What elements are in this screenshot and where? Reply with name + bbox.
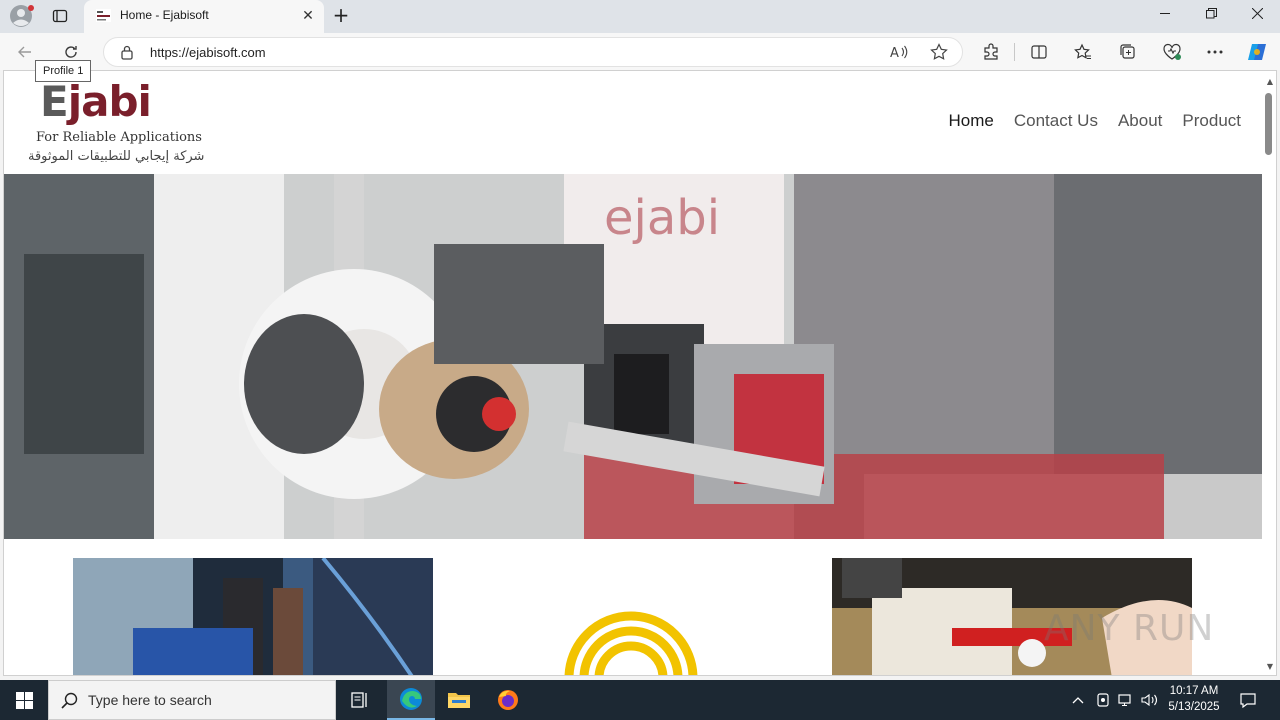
chevron-up-icon	[1072, 697, 1084, 704]
site-favicon-icon	[96, 9, 111, 22]
toolbar-separator	[1014, 43, 1015, 61]
network-icon[interactable]	[1116, 680, 1136, 720]
hero-banner-image: ejabi	[4, 174, 1262, 539]
show-hidden-icons-button[interactable]	[1068, 680, 1088, 720]
favorites-icon[interactable]	[1070, 39, 1096, 65]
close-window-icon	[1251, 7, 1263, 20]
profile-notification-dot	[28, 5, 34, 11]
profile-tooltip: Profile 1	[35, 60, 92, 82]
tab-actions-icon	[52, 9, 68, 23]
start-button[interactable]	[0, 680, 48, 720]
copilot-icon[interactable]	[1244, 39, 1270, 65]
scroll-down-icon[interactable]: ▼	[1267, 662, 1273, 671]
url-text[interactable]: https://ejabisoft.com	[150, 45, 266, 60]
windows-taskbar: Type here to search 10:17 AM 5/13/2025	[0, 680, 1280, 720]
tray-device-icon[interactable]	[1094, 680, 1112, 720]
taskbar-search[interactable]: Type here to search	[48, 680, 336, 720]
clock-time: 10:17 AM	[1169, 685, 1219, 697]
scroll-up-icon[interactable]: ▲	[1267, 77, 1273, 86]
minimize-button[interactable]	[1142, 0, 1188, 33]
web-page: Ejabi For Reliable Applications شركة إيج…	[3, 70, 1277, 676]
task-view-button[interactable]	[336, 680, 384, 720]
logo-tagline: For Reliable Applications	[36, 130, 202, 145]
favorite-star-icon[interactable]	[926, 39, 952, 65]
notification-icon	[1240, 693, 1256, 708]
taskbar-firefox[interactable]	[484, 680, 532, 720]
taskbar-edge[interactable]	[387, 680, 435, 720]
collections-icon[interactable]	[1115, 39, 1141, 65]
minimize-icon	[1159, 13, 1170, 14]
nav-about-link[interactable]: About	[1118, 111, 1162, 131]
notification-center-button[interactable]	[1232, 680, 1264, 720]
new-tab-button[interactable]: +	[330, 4, 352, 28]
browser-toolbar: https://ejabisoft.com A Profile 1	[0, 33, 1280, 82]
task-view-icon	[351, 692, 367, 708]
address-bar[interactable]: https://ejabisoft.com A	[103, 37, 963, 67]
search-icon	[61, 692, 78, 709]
tab-strip: Home - Ejabisoft ✕ +	[0, 0, 1280, 33]
feature-card-machine-image[interactable]	[73, 558, 433, 675]
more-options-icon[interactable]	[1202, 39, 1228, 65]
split-screen-icon[interactable]	[1026, 39, 1052, 65]
tab-actions-button[interactable]	[46, 4, 74, 28]
close-tab-icon[interactable]: ✕	[300, 8, 316, 24]
nav-home-link[interactable]: Home	[949, 111, 994, 131]
close-window-button[interactable]	[1234, 0, 1280, 33]
search-placeholder: Type here to search	[88, 692, 212, 708]
feature-card-logo-graphic[interactable]	[474, 558, 834, 675]
tab-title: Home - Ejabisoft	[120, 8, 209, 22]
edge-icon	[400, 688, 422, 710]
windows-logo-icon	[15, 691, 33, 709]
extensions-icon[interactable]	[978, 39, 1004, 65]
volume-icon[interactable]	[1140, 680, 1160, 720]
restore-button[interactable]	[1188, 0, 1234, 33]
folder-icon	[448, 693, 470, 708]
scroll-thumb[interactable]	[1265, 93, 1272, 155]
site-logo[interactable]: Ejabi For Reliable Applications شركة إيج…	[26, 77, 236, 164]
browser-essentials-icon[interactable]	[1159, 39, 1185, 65]
restore-icon	[1205, 8, 1217, 19]
nav-product-link[interactable]: Product	[1182, 111, 1241, 131]
lock-icon[interactable]	[120, 44, 134, 60]
logo-arabic-text: شركة إيجابي للتطبيقات الموثوقة	[28, 149, 205, 164]
svg-text:ejabi: ejabi	[604, 190, 720, 246]
active-tab[interactable]: Home - Ejabisoft ✕	[84, 0, 324, 33]
anyrun-watermark: ANY RUN	[1044, 608, 1215, 649]
taskbar-file-explorer[interactable]	[435, 680, 483, 720]
read-aloud-icon[interactable]: A	[886, 39, 912, 65]
page-scrollbar[interactable]: ▲ ▼	[1262, 71, 1276, 675]
svg-text:A: A	[890, 46, 899, 60]
site-navigation: Home Contact Us About Product	[949, 111, 1241, 131]
clock-date: 5/13/2025	[1168, 701, 1220, 713]
firefox-icon	[498, 690, 518, 710]
taskbar-clock[interactable]: 10:17 AM 5/13/2025	[1162, 683, 1226, 715]
nav-contact-link[interactable]: Contact Us	[1014, 111, 1098, 131]
logo-wordmark: Ejabi	[40, 77, 152, 126]
